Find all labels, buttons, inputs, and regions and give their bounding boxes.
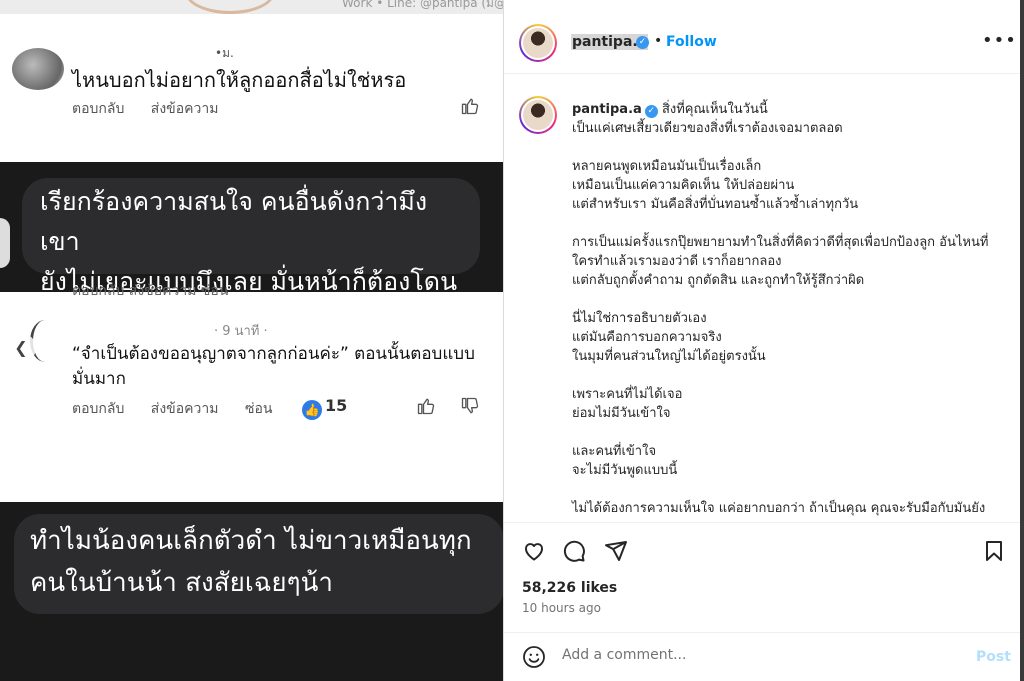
- hide-label: ซ่อน: [244, 401, 273, 417]
- comment-input[interactable]: [562, 647, 942, 663]
- post-comment-button[interactable]: Post: [976, 649, 1011, 665]
- thumbs-up-icon: [461, 98, 479, 115]
- reply-label: ตอบกลับ: [72, 101, 125, 117]
- carousel-prev-arrow-icon[interactable]: ❮: [6, 333, 36, 363]
- post-details-panel: pantipa.a ✓ • Follow ••• pantipa.a ✓ สิ่ง…: [503, 0, 1021, 681]
- comment-text: “จำเป็นต้องขออนุญาตจากลูกก่อนค่ะ” ตอนนั้…: [72, 344, 475, 389]
- likes-count[interactable]: 58,226 likes: [522, 580, 617, 596]
- media-text-bubble-1: เรียกร้องความสนใจ คนอื่นดังกว่ามึงเขา ยั…: [22, 178, 480, 296]
- caption-scroll-area[interactable]: pantipa.a ✓ สิ่งที่คุณเห็นในวันนี้ เป็นแค…: [504, 74, 1021, 522]
- follow-button[interactable]: Follow: [666, 34, 717, 50]
- caption-paragraph: หลายคนพูดเหมือนมันเป็นเรื่องเล็ก เหมือนเ…: [572, 159, 859, 212]
- caption-paragraph: นี่ไม่ใช่การอธิบายตัวเอง แต่มันคือการบอก…: [572, 311, 766, 364]
- more-options-icon[interactable]: •••: [982, 30, 1017, 51]
- send-message-label: ส่งข้อความ: [150, 101, 219, 117]
- window-edge: [1020, 0, 1024, 681]
- post-media: Work • Line: @pantipa (ม@) •ม. ไหนบอกไม่…: [0, 0, 503, 681]
- bubble-line-1: ทำไมน้องคนเล็กตัวดำ ไม่ขาวเหมือนทุก: [30, 526, 472, 556]
- bubble-line-2: คนในบ้านน้า สงสัยเฉยๆน้า: [30, 568, 333, 598]
- post-action-bar: [504, 522, 1021, 576]
- partial-comment-actions: ตอบกลับ ส่งข้อความ ซ่อน: [72, 283, 229, 299]
- author-avatar[interactable]: [519, 24, 557, 62]
- caption-body: pantipa.a ✓ สิ่งที่คุณเห็นในวันนี้ เป็นแค…: [572, 100, 1002, 522]
- emoji-icon[interactable]: [522, 645, 546, 669]
- caption-username[interactable]: pantipa.a: [572, 102, 642, 117]
- media-top-strip: Work • Line: @pantipa (ม@): [0, 0, 503, 14]
- caption-paragraph: เพราะคนที่ไม่ได้เจอ ย่อมไม่มีวันเข้าใจ: [572, 387, 683, 421]
- verified-badge-icon: ✓: [644, 105, 658, 118]
- media-text-bubble-2: ทำไมน้องคนเล็กตัวดำ ไม่ขาวเหมือนทุก คนใน…: [14, 514, 503, 614]
- heart-icon[interactable]: [522, 539, 546, 563]
- comment-dot-text: •ม.: [215, 46, 234, 60]
- caption-intro: pantipa.a ✓ สิ่งที่คุณเห็นในวันนี้ เป็นแค…: [572, 100, 1002, 138]
- media-circle-decoration: [185, 0, 275, 14]
- comment-actions: ตอบกลับ ส่งข้อความ: [72, 98, 240, 120]
- header-separator-dot: •: [654, 33, 663, 49]
- media-edge-shape: [0, 218, 10, 268]
- comment-icon[interactable]: [562, 539, 586, 563]
- add-comment-bar: Post: [504, 632, 1021, 681]
- reply-label: ตอบกลับ: [72, 401, 125, 417]
- thumbs-down-icon: [461, 397, 479, 414]
- caption-paragraph: และคนที่เข้าใจ จะไม่มีวันพูดแบบนี้: [572, 444, 678, 478]
- comment-actions: ตอบกลับ ส่งข้อความ ซ่อน: [72, 398, 294, 420]
- media-comment-card-1: •ม. ไหนบอกไม่อยากให้ลูกออกสื่อไม่ใช่หรอ …: [0, 14, 503, 162]
- post-header: pantipa.a ✓ • Follow •••: [504, 0, 1021, 74]
- commenter-avatar: [12, 48, 64, 90]
- thumbs-up-icon: [417, 398, 435, 415]
- comment-text: ไหนบอกไม่อยากให้ลูกออกสื่อไม่ใช่หรอ: [72, 68, 407, 92]
- comment-like-count: 👍 15: [302, 396, 347, 420]
- media-comment-card-2: ตอบกลับ ส่งข้อความ ซ่อน · 9 นาที · “จำเป…: [0, 283, 503, 502]
- thumbs-up-badge-icon: 👍: [302, 400, 322, 420]
- comment-time: · 9 นาที ·: [214, 324, 268, 339]
- caption-paragraph: ไม่ได้ต้องการความเห็นใจ แค่อยากบอกว่า ถ้…: [572, 501, 986, 516]
- save-bookmark-icon[interactable]: [982, 539, 1006, 563]
- verified-badge-icon: ✓: [636, 36, 649, 49]
- like-count-value: 15: [325, 396, 348, 415]
- share-icon[interactable]: [604, 539, 628, 563]
- caption-author-avatar[interactable]: [519, 96, 557, 134]
- post-timestamp[interactable]: 10 hours ago: [522, 601, 601, 615]
- send-message-label: ส่งข้อความ: [150, 401, 219, 417]
- bubble-line-1: เรียกร้องความสนใจ คนอื่นดังกว่ามึงเขา: [40, 187, 428, 256]
- caption-paragraph: การเป็นแม่ครั้งแรกปุ๊ยพยายามทำในสิ่งที่ค…: [572, 235, 989, 288]
- media-top-text: Work • Line: @pantipa (ม@): [342, 0, 503, 10]
